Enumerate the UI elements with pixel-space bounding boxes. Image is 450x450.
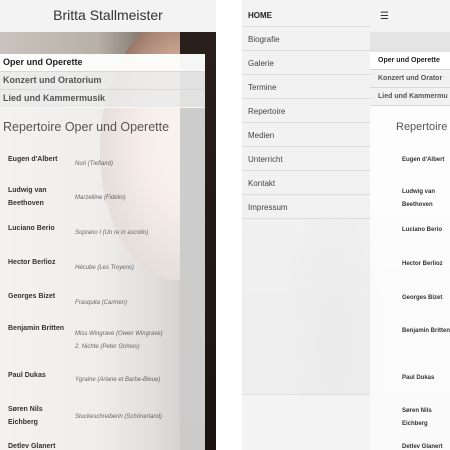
- menu-item-unterricht[interactable]: Unterricht: [242, 148, 370, 171]
- subnav-oper[interactable]: Oper und Operette: [370, 52, 450, 70]
- composer-name: Georges Bizet: [8, 293, 56, 300]
- role-name: Miss Wingrave (Owen Wingrave): [75, 331, 163, 337]
- right-screenshot: ☰ Oper und Operette Konzert und Orator L…: [242, 0, 450, 450]
- repertoire-subnav: Oper und Operette Konzert und Oratorium …: [0, 54, 205, 108]
- composer-name: Paul Dukas: [402, 375, 435, 381]
- composer-name: Benjamin Britten: [402, 328, 450, 334]
- composer-name: Detlev Glanert: [402, 444, 443, 450]
- menu-item-impressum[interactable]: Impressum: [242, 196, 370, 219]
- menu-item-galerie[interactable]: Galerie: [242, 52, 370, 75]
- page-title: Repertoire Op: [396, 121, 450, 133]
- menu-item-biografie[interactable]: Biografie: [242, 28, 370, 51]
- subnav-konzert[interactable]: Konzert und Oratorium: [0, 72, 205, 90]
- subnav-lied[interactable]: Lied und Kammermu: [370, 88, 450, 106]
- composer-name: Detlev Glanert: [8, 443, 56, 450]
- role-name: Marzelline (Fidelio): [75, 195, 126, 201]
- role-name: Nuri (Tiefland): [75, 161, 113, 167]
- composer-name: Eugen d'Albert: [8, 156, 58, 163]
- page-title: Repertoire Oper und Operette: [3, 120, 170, 134]
- subnav-oper[interactable]: Oper und Operette: [0, 54, 205, 72]
- main-content-shifted: Oper und Operette Konzert und Orator Lie…: [370, 52, 450, 450]
- role-name: Soprano I (Un re in ascolto): [75, 230, 149, 236]
- menu-footer-area: [242, 394, 370, 450]
- composer-name: Ludwig van Beethoven: [8, 187, 47, 207]
- role-name: Ygraine (Ariane et Barbe-Bleue): [75, 377, 161, 383]
- menu-item-termine[interactable]: Termine: [242, 76, 370, 99]
- subnav-lied[interactable]: Lied und Kammermusik: [0, 90, 205, 108]
- composer-name: Hector Berlioz: [8, 259, 56, 266]
- composer-name: Søren Nils Eichberg: [8, 406, 43, 426]
- composer-name: Ludwig van Beethoven: [402, 189, 435, 208]
- composer-name: Benjamin Britten: [8, 325, 65, 332]
- composer-name: Paul Dukas: [8, 372, 46, 379]
- site-header: Britta Stallmeister: [0, 0, 216, 32]
- menu-item-medien[interactable]: Medien: [242, 124, 370, 147]
- menu-item-repertoire[interactable]: Repertoire: [242, 100, 370, 123]
- menu-item-home[interactable]: HOME: [242, 4, 370, 27]
- composer-name: Eugen d'Albert: [402, 157, 445, 163]
- composer-name: Georges Bizet: [402, 295, 443, 301]
- menu-item-kontakt[interactable]: Kontakt: [242, 172, 370, 195]
- role-name: Stuckeschreiberin (Schönerland): [75, 414, 163, 420]
- role-name: Frasquita (Carmen): [75, 300, 128, 306]
- side-menu: HOME Biografie Galerie Termine Repertoir…: [242, 0, 370, 450]
- left-screenshot: Britta Stallmeister Oper und Operette Ko…: [0, 0, 216, 450]
- repertoire-content: Repertoire Oper und Operette Eugen d'Alb…: [0, 107, 205, 450]
- composer-name: Søren Nils Eichberg: [402, 408, 432, 427]
- site-title[interactable]: Britta Stallmeister: [0, 7, 216, 23]
- role-name: 2. Nichte (Peter Grimes): [75, 344, 140, 350]
- composer-name: Hector Berlioz: [402, 261, 443, 267]
- subnav-konzert[interactable]: Konzert und Orator: [370, 70, 450, 88]
- composer-name: Luciano Berio: [8, 225, 55, 232]
- role-name: Hécube (Les Troyens): [75, 265, 134, 271]
- hamburger-menu-icon[interactable]: ☰: [380, 11, 389, 22]
- composer-name: Luciano Berio: [402, 227, 443, 233]
